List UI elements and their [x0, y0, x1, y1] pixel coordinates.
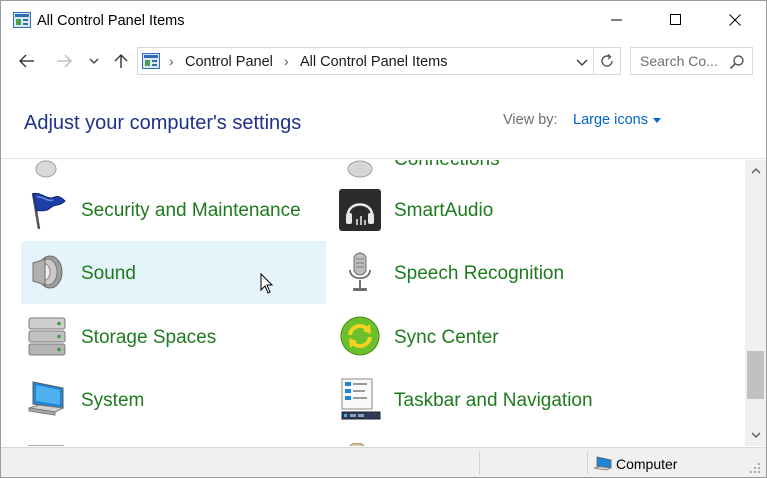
list-item-smartaudio[interactable]: SmartAudio: [335, 179, 639, 242]
sync-icon: [340, 316, 380, 356]
chevron-down-icon: [89, 58, 99, 64]
breadcrumb-separator-icon[interactable]: ›: [169, 53, 174, 69]
search-box[interactable]: [630, 47, 753, 75]
item-label-storage: Storage Spaces: [81, 327, 217, 348]
navigation-bar: › Control Panel › All Control Panel Item…: [1, 39, 766, 83]
close-button[interactable]: [706, 1, 764, 39]
chevron-down-icon: [751, 432, 760, 438]
minimize-icon: [611, 19, 622, 21]
forward-button[interactable]: [52, 49, 76, 73]
items-pane: Connections Security and Maintenance Sma…: [1, 160, 745, 446]
refresh-button[interactable]: [594, 47, 621, 75]
search-icon[interactable]: [729, 54, 745, 70]
breadcrumb-control-panel[interactable]: Control Panel: [185, 54, 273, 70]
address-bar[interactable]: › Control Panel › All Control Panel Item…: [137, 47, 594, 75]
maximize-icon: [670, 14, 681, 25]
control-panel-window: All Control Panel Items › Control Panel …: [0, 0, 767, 478]
list-item-speech-recognition[interactable]: Speech Recognition: [335, 241, 639, 304]
status-bar: Computer: [1, 447, 766, 477]
chevron-down-icon[interactable]: [575, 55, 589, 69]
breadcrumb-separator-icon[interactable]: ›: [284, 53, 289, 69]
item-label-system: System: [81, 390, 145, 411]
breadcrumb-all-items[interactable]: All Control Panel Items: [300, 54, 447, 70]
chevron-up-icon: [751, 168, 760, 174]
mouse-cursor-icon: [260, 273, 274, 294]
item-label-taskbar: Taskbar and Navigation: [394, 390, 593, 411]
maximize-button[interactable]: [647, 1, 705, 39]
search-input[interactable]: [640, 53, 726, 69]
microphone-icon: [349, 252, 371, 291]
resize-grip-icon[interactable]: [749, 462, 761, 474]
title-bar: All Control Panel Items: [1, 1, 766, 39]
item-label-speech: Speech Recognition: [394, 263, 565, 284]
arrow-up-icon: [114, 54, 128, 68]
partial-item-icon: [35, 160, 57, 178]
list-item-security-maintenance[interactable]: Security and Maintenance: [21, 179, 325, 242]
partial-item-icon: [28, 445, 64, 446]
recent-locations-button[interactable]: [84, 49, 104, 73]
list-item-storage-spaces[interactable]: Storage Spaces: [21, 305, 325, 368]
arrow-left-icon: [19, 54, 34, 68]
item-label-sound: Sound: [81, 263, 136, 284]
arrow-right-icon: [57, 54, 72, 68]
list-item-sync-center[interactable]: Sync Center: [335, 305, 639, 368]
vertical-scrollbar[interactable]: [745, 160, 766, 446]
scrollbar-thumb[interactable]: [747, 351, 764, 399]
scroll-down-button[interactable]: [745, 424, 766, 446]
storage-drives-icon: [28, 317, 66, 356]
control-panel-icon: [13, 12, 31, 28]
view-by-value: Large icons: [573, 112, 648, 128]
list-item-sound[interactable]: Sound: [21, 241, 326, 304]
view-by-label: View by:: [503, 112, 558, 128]
partial-item-icon: [349, 443, 365, 446]
page-title: Adjust your computer's settings: [24, 112, 302, 134]
item-label-smartaudio: SmartAudio: [394, 200, 494, 221]
headphones-icon: [339, 189, 381, 231]
view-by-dropdown[interactable]: Large icons: [573, 112, 661, 128]
flag-icon: [31, 192, 66, 230]
close-icon: [729, 14, 741, 26]
up-button[interactable]: [109, 49, 133, 73]
network-connections-icon: [347, 160, 373, 178]
status-location: Computer: [616, 456, 678, 472]
list-item[interactable]: [21, 431, 325, 446]
control-panel-icon: [142, 53, 160, 69]
speaker-icon: [32, 255, 63, 289]
item-label-connections: Connections: [394, 160, 500, 171]
list-item-taskbar-navigation[interactable]: Taskbar and Navigation: [335, 368, 639, 431]
list-item[interactable]: [335, 431, 639, 446]
window-title: All Control Panel Items: [37, 13, 185, 29]
content-header: Adjust your computer's settings View by:…: [1, 83, 766, 159]
refresh-icon: [601, 53, 613, 67]
status-divider: [587, 452, 588, 474]
computer-icon: [28, 381, 65, 416]
taskbar-icon: [341, 378, 381, 420]
scroll-up-button[interactable]: [745, 160, 766, 182]
item-label-security: Security and Maintenance: [81, 200, 301, 221]
status-divider: [479, 452, 480, 474]
dropdown-arrow-icon: [652, 118, 661, 123]
back-button[interactable]: [15, 49, 39, 73]
minimize-button[interactable]: [588, 1, 646, 39]
computer-icon: [593, 456, 612, 471]
list-item-system[interactable]: System: [21, 368, 325, 431]
item-label-sync: Sync Center: [394, 327, 499, 348]
